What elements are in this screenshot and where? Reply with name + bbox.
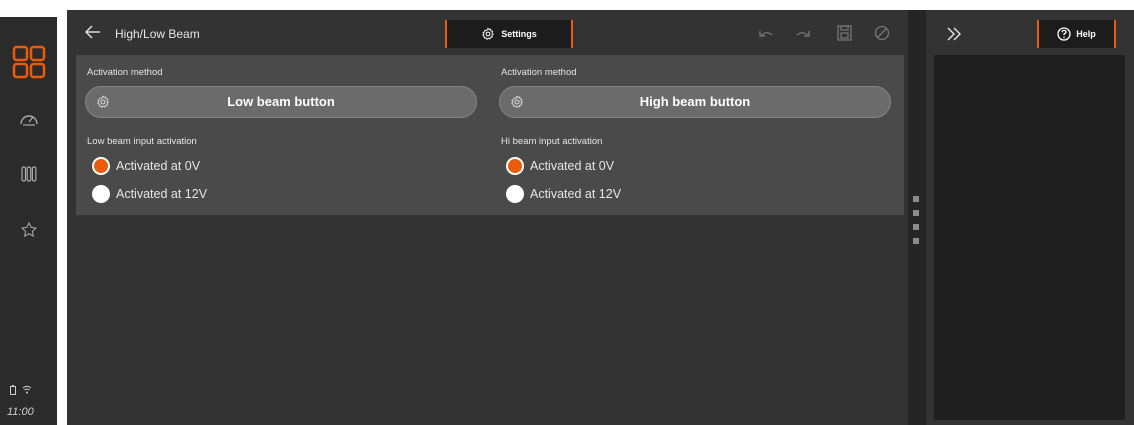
rail-top-gap — [0, 0, 57, 17]
high-beam-option-12v[interactable]: Activated at 12V — [506, 185, 621, 203]
side-rail: 11:00 — [0, 0, 57, 425]
apps-grid-icon[interactable] — [0, 45, 57, 79]
high-beam-button-label: High beam button — [639, 94, 751, 109]
radio-selected[interactable] — [506, 157, 524, 175]
redo-icon[interactable] — [794, 24, 812, 42]
speedometer-icon[interactable] — [0, 108, 57, 130]
wifi-icon — [22, 385, 32, 394]
handle-dot — [913, 238, 919, 244]
tab-help-label: Help — [1076, 29, 1096, 39]
star-icon[interactable] — [0, 219, 57, 241]
low-beam-option-12v[interactable]: Activated at 12V — [92, 185, 207, 203]
double-chevron-right-icon — [947, 27, 961, 41]
panel-resize-handle[interactable] — [908, 10, 926, 425]
help-content-area — [934, 55, 1125, 420]
radio-selected[interactable] — [92, 157, 110, 175]
activation-method-label: Activation method — [501, 67, 577, 78]
page-title: High/Low Beam — [115, 27, 200, 41]
tab-help[interactable]: Help — [1037, 20, 1116, 48]
low-beam-button[interactable]: Low beam button — [85, 86, 477, 118]
arrow-left-icon — [85, 25, 100, 39]
option-label: Activated at 0V — [116, 159, 201, 173]
clock: 11:00 — [7, 406, 34, 418]
undo-icon[interactable] — [757, 24, 775, 42]
tab-settings[interactable]: Settings — [445, 20, 573, 48]
input-activation-label: Hi beam input activation — [501, 136, 603, 147]
low-beam-card: Activation method Low beam button Low be… — [76, 55, 490, 215]
help-icon — [1057, 27, 1071, 41]
option-label: Activated at 0V — [530, 159, 615, 173]
activation-method-label: Activation method — [87, 67, 163, 78]
handle-dot — [913, 196, 919, 202]
option-label: Activated at 12V — [530, 187, 622, 201]
high-beam-card: Activation method High beam button Hi be… — [490, 55, 904, 215]
battery-icon — [10, 385, 16, 395]
top-bar: High/Low Beam Settings — [67, 10, 908, 55]
high-beam-option-0v[interactable]: Activated at 0V — [506, 157, 614, 175]
input-activation-label: Low beam input activation — [87, 136, 197, 147]
radio-unselected[interactable] — [92, 185, 110, 203]
save-icon[interactable] — [835, 24, 853, 42]
radio-unselected[interactable] — [506, 185, 524, 203]
gear-icon — [482, 27, 494, 40]
handle-dot — [913, 210, 919, 216]
low-beam-option-0v[interactable]: Activated at 0V — [92, 157, 200, 175]
help-panel: Help — [926, 10, 1134, 425]
high-beam-button[interactable]: High beam button — [499, 86, 891, 118]
low-beam-button-label: Low beam button — [227, 94, 335, 109]
handle-dot — [913, 224, 919, 230]
back-button[interactable] — [82, 22, 104, 42]
collapse-panel-button[interactable] — [944, 24, 964, 44]
disabled-icon[interactable] — [873, 24, 891, 42]
main-panel: High/Low Beam Settings Activation method… — [67, 10, 908, 425]
status-bar — [10, 385, 32, 395]
option-label: Activated at 12V — [116, 187, 208, 201]
tab-settings-label: Settings — [501, 29, 537, 39]
battery-cells-icon[interactable] — [0, 163, 57, 185]
